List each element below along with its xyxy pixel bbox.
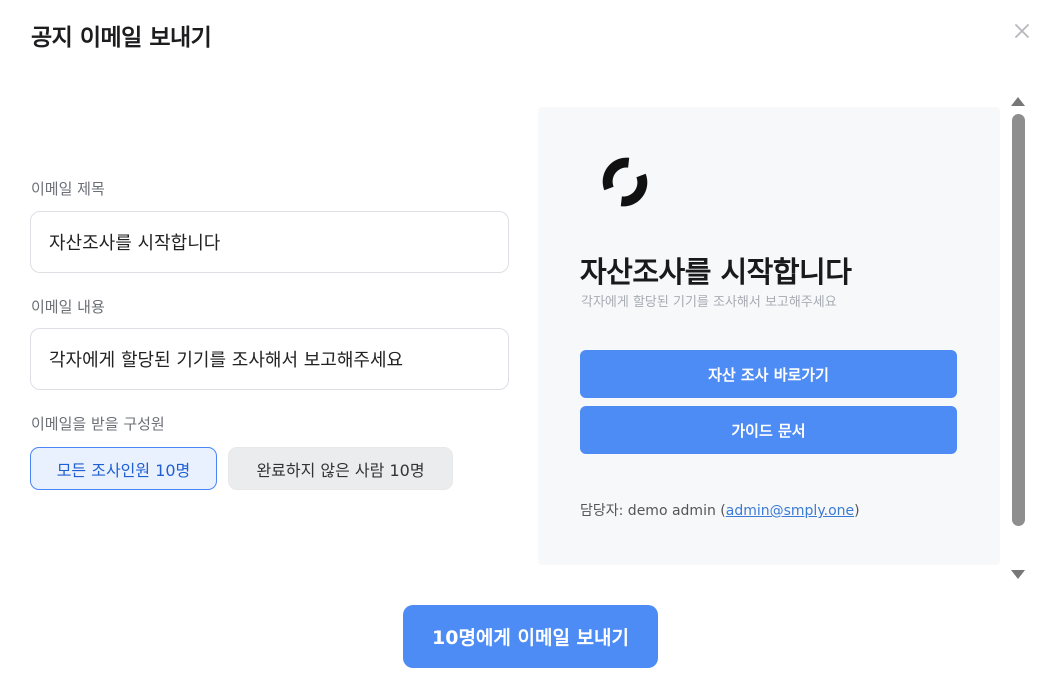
- close-icon: [1015, 24, 1029, 38]
- recipient-option-incomplete[interactable]: 완료하지 않은 사람 10명: [228, 447, 453, 490]
- subject-label: 이메일 제목: [31, 180, 105, 198]
- body-input[interactable]: 각자에게 할당된 기기를 조사해서 보고해주세요: [30, 328, 509, 390]
- scroll-up-arrow[interactable]: [1010, 92, 1026, 106]
- guide-document-button[interactable]: 가이드 문서: [580, 406, 957, 454]
- recipient-option-all[interactable]: 모든 조사인원 10명: [30, 447, 217, 490]
- scrollbar-thumb[interactable]: [1012, 114, 1025, 526]
- preview-subtitle: 각자에게 할당된 기기를 조사해서 보고해주세요: [581, 295, 837, 310]
- brand-logo-icon: [593, 150, 657, 214]
- contact-line: 담당자: demo admin (admin@smply.one): [580, 500, 860, 520]
- asset-survey-button[interactable]: 자산 조사 바로가기: [580, 350, 957, 398]
- preview-title: 자산조사를 시작합니다: [580, 255, 852, 289]
- body-label: 이메일 내용: [31, 298, 105, 316]
- recipients-label: 이메일을 받을 구성원: [31, 415, 165, 433]
- contact-email-link[interactable]: admin@smply.one: [726, 503, 854, 519]
- dialog-title: 공지 이메일 보내기: [31, 25, 212, 51]
- body-value: 각자에게 할당된 기기를 조사해서 보고해주세요: [49, 350, 404, 371]
- email-preview: 자산조사를 시작합니다 각자에게 할당된 기기를 조사해서 보고해주세요 자산 …: [538, 107, 1000, 565]
- scroll-down-arrow[interactable]: [1010, 566, 1026, 579]
- subject-input[interactable]: 자산조사를 시작합니다: [30, 211, 509, 273]
- contact-prefix: 담당자: demo admin (: [580, 503, 726, 519]
- close-button[interactable]: [1010, 19, 1034, 43]
- contact-suffix: ): [854, 503, 860, 519]
- send-email-button[interactable]: 10명에게 이메일 보내기: [403, 605, 658, 668]
- subject-value: 자산조사를 시작합니다: [49, 233, 221, 254]
